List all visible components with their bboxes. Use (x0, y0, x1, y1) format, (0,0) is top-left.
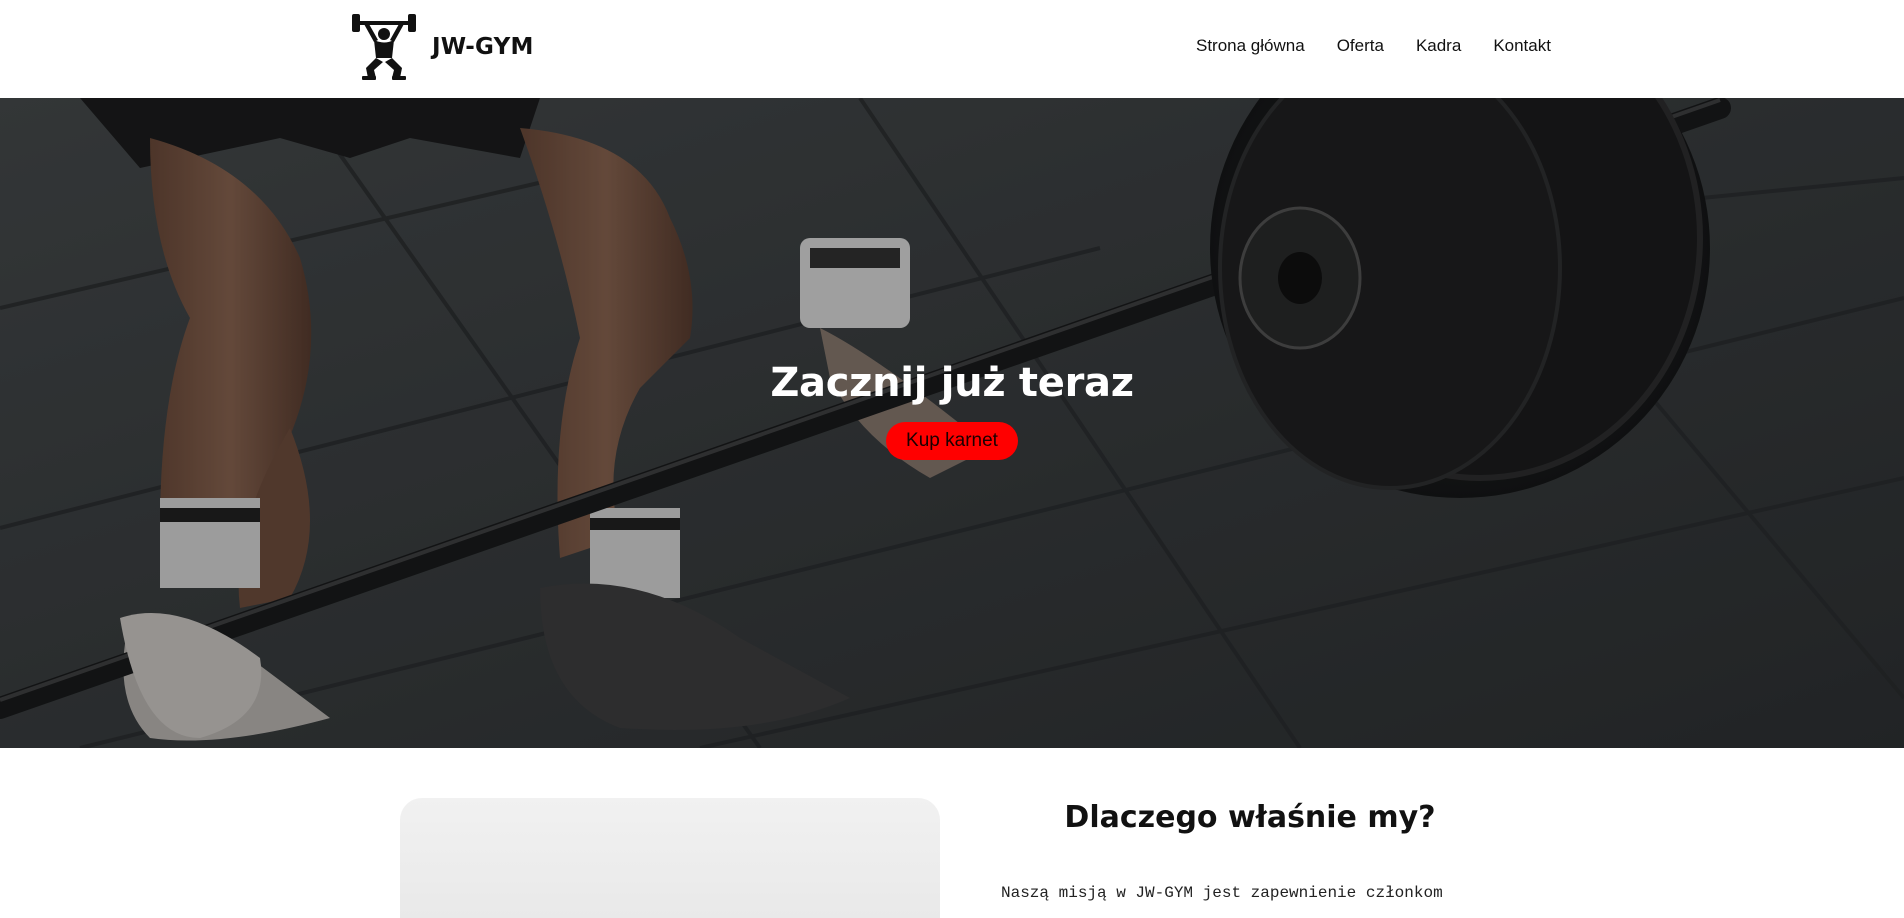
logo[interactable]: JW-GYM (350, 12, 534, 82)
about-image (400, 798, 940, 918)
nav-staff[interactable]: Kadra (1416, 36, 1461, 56)
main-nav: Strona główna Oferta Kadra Kontakt (1196, 36, 1551, 56)
hero-title: Zacznij już teraz (770, 360, 1134, 406)
hero-banner: Zacznij już teraz Kup karnet (0, 98, 1904, 748)
about-title: Dlaczego właśnie my? (1064, 800, 1436, 835)
weightlifter-icon (352, 14, 416, 80)
nav-offer[interactable]: Oferta (1337, 36, 1384, 56)
brand-name: JW-GYM (432, 34, 534, 60)
hero-content: Zacznij już teraz Kup karnet (0, 360, 1904, 460)
about-section: Dlaczego właśnie my? Naszą misją w JW-GY… (0, 748, 1904, 918)
nav-home[interactable]: Strona główna (1196, 36, 1305, 56)
nav-contact[interactable]: Kontakt (1493, 36, 1551, 56)
buy-pass-button[interactable]: Kup karnet (886, 422, 1018, 460)
about-text: Naszą misją w JW-GYM jest zapewnienie cz… (1001, 884, 1443, 902)
site-header: JW-GYM Strona główna Oferta Kadra Kontak… (0, 0, 1904, 99)
